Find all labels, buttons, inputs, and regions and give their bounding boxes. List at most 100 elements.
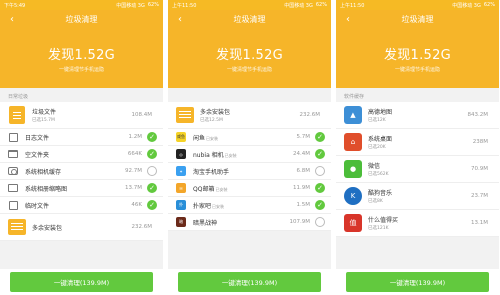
item-size: 24.4M: [293, 151, 310, 157]
one-click-clean-button[interactable]: 一键清理(139.9M): [10, 272, 153, 292]
item-size: 664K: [127, 151, 142, 157]
list-item-app[interactable]: 暗 暗黑战神 107.9M: [168, 214, 331, 231]
installed-tag: 已安装: [215, 186, 228, 192]
item-name: 系统相册缩略图: [25, 185, 68, 193]
status-bar: 下午5:49 中国移动 3G 62%: [0, 0, 163, 10]
list-item-app-cache[interactable]: K 酷狗音乐 已选8K 23.7M: [336, 183, 499, 210]
checkbox-checked-icon[interactable]: ✓: [315, 132, 325, 142]
checkbox-checked-icon[interactable]: ✓: [147, 132, 157, 142]
item-size: 107.9M: [289, 219, 311, 225]
checkbox-unchecked-icon[interactable]: [315, 217, 325, 227]
back-arrow-icon[interactable]: ‹: [6, 13, 18, 25]
list-item-app[interactable]: 扑 扑家吧已安装 1.5M ✓: [168, 197, 331, 214]
list-item-app-cache[interactable]: ● 微信 已选562K 70.9M: [336, 156, 499, 183]
cache-list: ▲ 高德地图 已选12K 843.2M ⌂ 系统桌面 已选20K 238M ● …: [336, 102, 499, 237]
item-name: 空文件夹: [25, 151, 50, 159]
list-item-app[interactable]: ◎ nubia 相机已安装 24.4M ✓: [168, 146, 331, 163]
item-selected: 已选20K: [368, 145, 386, 150]
section-label: 日常垃圾: [8, 94, 29, 100]
item-size: 232.6M: [299, 112, 321, 118]
status-bar: 上午11:50 中国移动 3G 62%: [336, 0, 499, 10]
bottom-bar: 一键清理(139.9M): [0, 269, 163, 295]
one-click-clean-button[interactable]: 一键清理(139.9M): [346, 272, 489, 292]
page-title: 垃圾清理: [233, 14, 266, 24]
section-label: 软件缓存: [344, 94, 365, 100]
item-name: 淘宝手机助手: [193, 168, 230, 176]
item-size: 843.2M: [467, 112, 489, 118]
junk-list: 垃圾文件 已选15.7M 108.4M 日志文件 1.2M ✓ 空文件夹 664…: [0, 102, 163, 241]
item-name: 暗黑战神: [193, 219, 218, 227]
back-arrow-icon[interactable]: ‹: [342, 13, 354, 25]
item-size: 232.6M: [131, 224, 153, 230]
document-icon: [8, 200, 18, 210]
qq-mail-icon: ✉: [176, 183, 186, 193]
status-time: 下午5:49: [4, 2, 26, 9]
item-size: 5.7M: [296, 134, 311, 140]
checkbox-checked-icon[interactable]: ✓: [315, 183, 325, 193]
package-list: 多余安装包 已选12.5M 232.6M 咸鱼 闲鱼已安装 5.7M ✓ ◎ n…: [168, 102, 331, 231]
item-size: 238M: [472, 139, 488, 145]
title-bar: ‹ 垃圾清理: [0, 10, 163, 28]
list-item-app[interactable]: ✦ 淘宝手机助手 6.8M: [168, 163, 331, 180]
status-bar: 上午11:50 中国移动 3G 62%: [168, 0, 331, 10]
status-battery: 62%: [315, 2, 327, 8]
item-name: 闲鱼: [193, 134, 206, 142]
kugou-music-icon: K: [344, 187, 362, 205]
phone-screen-app-cache: 上午11:50 中国移动 3G 62% ‹ 垃圾清理 发现1.52G 一键清理节…: [336, 0, 499, 295]
bottom-bar: 一键清理(139.9M): [336, 269, 499, 295]
package-icon: [8, 218, 26, 236]
screenshot-collage: 下午5:49 中国移动 3G 62% ‹ 垃圾清理 发现1.52G 一键清理节手…: [0, 0, 500, 295]
list-item-empty-folders[interactable]: 空文件夹 664K ✓: [0, 146, 163, 163]
item-selected: 已选121K: [368, 226, 389, 231]
list-item-extra-packages[interactable]: 多余安装包 232.6M: [0, 214, 163, 241]
item-name: 系统桌面: [368, 136, 393, 143]
item-name: 扑家吧: [193, 202, 212, 210]
checkbox-unchecked-icon[interactable]: [147, 166, 157, 176]
one-click-clean-button[interactable]: 一键清理(139.9M): [178, 272, 321, 292]
item-size: 13.1M: [471, 220, 488, 226]
item-size: 1.5M: [296, 202, 311, 208]
list-item-extra-packages[interactable]: 多余安装包 已选12.5M 232.6M: [168, 102, 331, 129]
list-item-temp-files[interactable]: 临时文件 46K ✓: [0, 197, 163, 214]
item-size: 70.9M: [471, 166, 488, 172]
list-item-log-files[interactable]: 日志文件 1.2M ✓: [0, 129, 163, 146]
checkbox-checked-icon[interactable]: ✓: [315, 149, 325, 159]
list-item-app[interactable]: ✉ QQ邮箱已安装 11.9M ✓: [168, 180, 331, 197]
bottom-bar: 一键清理(139.9M): [168, 269, 331, 295]
item-name: nubia 相机: [193, 151, 224, 159]
list-item-thumbnails[interactable]: 系统相册缩略图 13.7M ✓: [0, 180, 163, 197]
item-size: 13.7M: [125, 185, 142, 191]
header-subtitle: 一键清理节手机运隐: [58, 67, 104, 73]
item-name: 系统相机缓存: [25, 168, 62, 176]
item-selected: 已选562K: [368, 172, 389, 177]
camera-app-icon: ◎: [176, 149, 186, 159]
checkbox-checked-icon[interactable]: ✓: [147, 200, 157, 210]
installed-tag: 已安装: [224, 152, 237, 158]
item-selected: 已选15.7M: [32, 118, 55, 123]
list-item-camera-cache[interactable]: 系统相机缓存 92.7M: [0, 163, 163, 180]
item-name: 微信: [368, 163, 381, 170]
item-name: 多余安装包: [32, 224, 63, 232]
status-carrier: 中国移动 3G: [116, 2, 145, 9]
header-banner: ‹ 垃圾清理 发现1.52G 一键清理节手机运隐: [0, 10, 163, 88]
back-arrow-icon[interactable]: ‹: [174, 13, 186, 25]
status-battery: 62%: [483, 2, 495, 8]
checkbox-checked-icon[interactable]: ✓: [315, 200, 325, 210]
status-time: 上午11:50: [172, 2, 197, 9]
list-item-app-cache[interactable]: ▲ 高德地图 已选12K 843.2M: [336, 102, 499, 129]
item-size: 46K: [131, 202, 142, 208]
checkbox-checked-icon[interactable]: ✓: [147, 183, 157, 193]
list-item-app-cache[interactable]: ⌂ 系统桌面 已选20K 238M: [336, 129, 499, 156]
checkbox-checked-icon[interactable]: ✓: [147, 149, 157, 159]
phone-screen-extra-packages: 上午11:50 中国移动 3G 62% ‹ 垃圾清理 发现1.52G 一键清理节…: [168, 0, 331, 295]
list-item-app-cache[interactable]: 值 什么值得买 已选121K 13.1M: [336, 210, 499, 237]
game-app-icon: 暗: [176, 217, 186, 227]
item-name: 日志文件: [25, 134, 50, 142]
list-item-junk-files[interactable]: 垃圾文件 已选15.7M 108.4M: [0, 102, 163, 129]
item-selected: 已选8K: [368, 199, 383, 204]
checkbox-unchecked-icon[interactable]: [315, 166, 325, 176]
list-item-app[interactable]: 咸鱼 闲鱼已安装 5.7M ✓: [168, 129, 331, 146]
wechat-app-icon: ●: [344, 160, 362, 178]
item-name: 多余安装包: [200, 109, 231, 116]
